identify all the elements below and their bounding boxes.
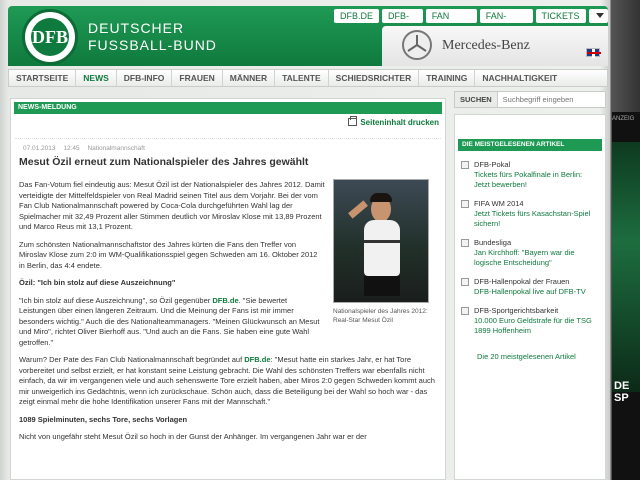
mercedes-star-icon[interactable] [402, 30, 432, 60]
list-item-category: Bundesliga [474, 238, 512, 247]
search-input[interactable] [497, 95, 598, 104]
nav-item-talente[interactable]: Talente [275, 70, 329, 86]
list-item-title[interactable]: Tickets fürs Pokalfinale in Berlin: Jetz… [474, 170, 599, 190]
list-item[interactable]: DFB-Sportgerichtsbarkeit 10.000 Euro Gel… [455, 297, 605, 336]
list-item-category: DFB-Hallenpokal der Frauen [474, 277, 570, 286]
list-item-title[interactable]: Jan Kirchhoff: "Bayern war die logische … [474, 248, 599, 268]
article-category[interactable]: Nationalmannschaft [87, 145, 144, 152]
list-item[interactable]: DFB-Pokal Tickets fürs Pokalfinale in Be… [455, 151, 605, 190]
print-label: Seiteninhalt drucken [360, 118, 439, 127]
article-meta: 07.01.2013 12:45 Nationalmannschaft [15, 138, 441, 152]
search-box: SUCHEN [454, 91, 606, 108]
list-item-category: FIFA WM 2014 [474, 199, 524, 208]
article-headline: Mesut Özil erneut zum Nationalspieler de… [19, 156, 309, 168]
nav-item-nachhaltigkeit[interactable]: Nachhaltigkeit [475, 70, 564, 86]
top-link-tickets[interactable]: TICKETS [535, 9, 586, 23]
nav-item-startseite[interactable]: Startseite [9, 70, 77, 86]
chevron-down-icon[interactable] [588, 9, 608, 23]
article-icon [461, 278, 469, 286]
dfb-de-link-2[interactable]: DFB.de [244, 355, 270, 364]
ad-text: DE SP [614, 380, 630, 404]
article-time: 12:45 [63, 145, 80, 152]
sponsor-name[interactable]: Mercedes-Benz [442, 38, 530, 54]
site-header: DFB DEUTSCHER FUSSBALL-BUND DFB.DE DFB-T… [8, 6, 608, 66]
top-link-dfb-tv[interactable]: DFB-TV [382, 9, 423, 35]
article-icon [461, 161, 469, 169]
nav-item-dfb-info[interactable]: DFB-Info [117, 70, 173, 86]
article-panel: News-Meldung Seiteninhalt drucken 07.01.… [10, 98, 446, 480]
list-item[interactable]: FIFA WM 2014 Jetzt Tickets fürs Kasachst… [455, 190, 605, 229]
article-icon [461, 239, 469, 247]
nav-item-schiedsrichter[interactable]: Schiedsrichter [329, 70, 420, 86]
section-label: News-Meldung [14, 102, 442, 114]
paragraph-5: Nicht von ungefähr steht Mesut Özil so h… [19, 432, 367, 441]
ad-banner[interactable]: ANZEIG DE SP [612, 112, 640, 480]
top-link-fan-shop[interactable]: FAN-SHOP [479, 9, 533, 35]
brand-name[interactable]: DEUTSCHER FUSSBALL-BUND [88, 20, 217, 54]
photo-caption: Nationalspieler des Jahres 2012: Real-St… [333, 308, 428, 324]
article-icon [461, 200, 469, 208]
top-link-dfb-de[interactable]: DFB.DE [334, 9, 380, 23]
ad-image [612, 142, 640, 392]
article-photo[interactable] [333, 179, 429, 303]
list-item[interactable]: DFB-Hallenpokal der Frauen DFB-Hallenpok… [455, 268, 605, 297]
top-links: DFB.DE DFB-TV FAN CLUB FAN-SHOP TICKETS [334, 9, 608, 35]
print-row: Seiteninhalt drucken [11, 114, 445, 130]
subheading-2: 1089 Spielminuten, sechs Tore, sechs Vor… [19, 414, 188, 424]
dfb-logo[interactable]: DFB [22, 9, 78, 65]
paragraph-2: Zum schönsten Nationalmannschaftstor des… [19, 239, 318, 270]
all-most-read-link[interactable]: Die 20 meistgelesenen Artikel [455, 336, 605, 361]
main-nav: Startseite News DFB-Info Frauen Männer T… [8, 69, 608, 87]
nav-item-training[interactable]: Training [419, 70, 476, 86]
list-item-category: DFB-Sportgerichtsbarkeit [474, 306, 559, 315]
print-button[interactable]: Seiteninhalt drucken [348, 116, 439, 127]
list-item[interactable]: Bundesliga Jan Kirchhoff: "Bayern war di… [455, 229, 605, 268]
paragraph-1: Das Fan-Votum fiel eindeutig aus: Mesut … [19, 180, 325, 231]
list-item-category: DFB-Pokal [474, 160, 511, 169]
sponsor-bar: Mercedes-Benz [382, 26, 608, 66]
dfb-logo-mark: DFB [31, 18, 69, 56]
most-read-title: Die meistgelesenen Artikel [458, 139, 602, 151]
most-read-panel: Die meistgelesenen Artikel DFB-Pokal Tic… [454, 114, 606, 480]
list-item-title[interactable]: 10.000 Euro Geldstrafe für die TSG 1899 … [474, 316, 599, 336]
article-date: 07.01.2013 [23, 145, 56, 152]
top-link-fan-club[interactable]: FAN CLUB [425, 9, 477, 35]
list-item-title[interactable]: DFB-Hallenpokal live auf DFB-TV [474, 287, 586, 297]
ad-label: ANZEIG [612, 116, 635, 122]
brand-line-1: DEUTSCHER [88, 20, 185, 36]
search-button[interactable]: SUCHEN [455, 92, 498, 107]
nav-item-maenner[interactable]: Männer [223, 70, 276, 86]
nav-item-news[interactable]: News [76, 70, 117, 86]
paragraph-3: "Ich bin stolz auf diese Auszeichnung", … [19, 295, 320, 347]
printer-icon [348, 116, 358, 126]
list-item-title[interactable]: Jetzt Tickets fürs Kasachstan-Spiel sich… [474, 209, 599, 229]
article-icon [461, 307, 469, 315]
nav-item-frauen[interactable]: Frauen [172, 70, 223, 86]
dfb-de-link[interactable]: DFB.de [212, 296, 238, 305]
brand-line-2: FUSSBALL-BUND [88, 37, 217, 53]
uk-flag-icon[interactable] [586, 48, 601, 58]
paragraph-4: Warum? Der Pate des Fan Club Nationalman… [19, 355, 435, 406]
article-photo-box: Nationalspieler des Jahres 2012: Real-St… [333, 179, 439, 325]
